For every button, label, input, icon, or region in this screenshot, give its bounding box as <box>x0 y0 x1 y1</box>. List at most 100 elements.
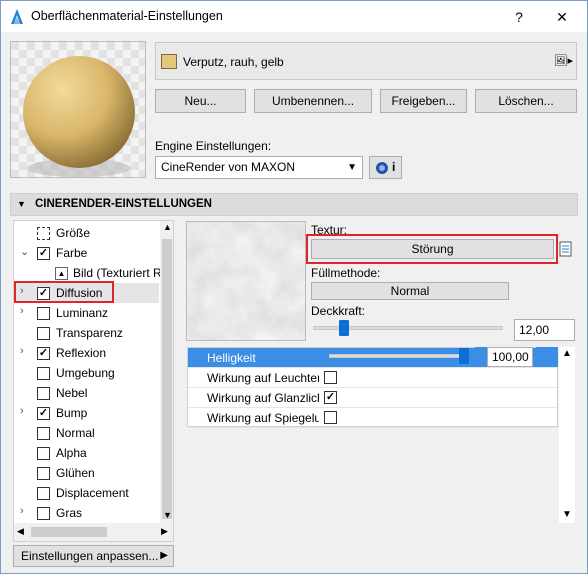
channel-label: Glühen <box>56 466 95 480</box>
channel-item[interactable]: ⌄ ✓ Farbe <box>14 243 159 263</box>
channel-label: Bump <box>56 406 88 420</box>
expand-chevron-icon[interactable]: › <box>20 345 24 357</box>
material-menu-icon[interactable]: 🖼▸ <box>554 54 574 67</box>
channel-label: Gras <box>56 506 83 520</box>
property-vertical-scrollbar[interactable]: ▲ ▼ <box>559 347 575 523</box>
channel-checkbox[interactable] <box>37 387 50 400</box>
engine-info-button[interactable]: i <box>369 156 402 179</box>
fill-method-label: Füllmethode: <box>311 266 381 280</box>
channel-label: Displacement <box>56 486 129 500</box>
channel-checkbox[interactable] <box>37 307 50 320</box>
channel-item[interactable]: Glühen <box>14 463 159 483</box>
channel-item[interactable]: Normal <box>14 423 159 443</box>
customize-settings-label: Einstellungen anpassen... <box>21 549 159 563</box>
engine-dropdown[interactable]: CineRender von MAXON ▼ <box>155 156 363 179</box>
property-label: Wirkung auf Spiegelung <box>207 411 319 425</box>
property-checkbox[interactable] <box>324 411 337 424</box>
property-checkbox[interactable] <box>324 371 337 384</box>
window-title: Oberflächenmaterial-Einstellungen <box>31 9 223 23</box>
property-label: Wirkung auf Leuchten <box>207 371 319 385</box>
channel-checkbox[interactable] <box>37 467 50 480</box>
material-preview <box>10 41 146 178</box>
channel-item[interactable]: Nebel <box>14 383 159 403</box>
channel-checkbox[interactable] <box>37 487 50 500</box>
channel-checkbox[interactable] <box>37 507 50 520</box>
channel-checkbox[interactable] <box>37 427 50 440</box>
channel-item[interactable]: › Luminanz <box>14 303 159 323</box>
customize-settings-button[interactable]: Einstellungen anpassen... ▶ <box>13 545 174 567</box>
scroll-right-icon[interactable]: ▶ <box>161 526 168 537</box>
channel-label: Luminanz <box>56 306 109 320</box>
material-name: Verputz, rauh, gelb <box>183 55 284 69</box>
horizontal-scroll-thumb[interactable] <box>31 527 107 537</box>
brightness-label: Helligkeit <box>207 351 256 365</box>
channel-item[interactable]: Displacement <box>14 483 159 503</box>
channel-item[interactable]: › Gras <box>14 503 159 523</box>
channel-checkbox[interactable] <box>37 367 50 380</box>
scroll-left-icon[interactable]: ◀ <box>17 526 24 537</box>
info-icon: i <box>392 160 396 174</box>
new-button[interactable]: Neu... <box>155 89 246 113</box>
channel-item[interactable]: Transparenz <box>14 323 159 343</box>
material-color-swatch <box>161 54 177 69</box>
close-button[interactable]: ✕ <box>544 4 580 30</box>
brightness-field-edge <box>475 347 487 367</box>
channel-label: Bild (Texturiert Rendern) <box>73 266 173 280</box>
channel-checkbox[interactable]: ✓ <box>37 407 50 420</box>
engine-label: Engine Einstellungen: <box>155 139 272 153</box>
channel-label: Normal <box>56 426 95 440</box>
property-row[interactable]: Wirkung auf Leuchten <box>188 368 557 388</box>
brightness-color-swatch[interactable] <box>536 347 558 367</box>
property-checkbox[interactable]: ✓ <box>324 391 337 404</box>
rename-button[interactable]: Umbenennen... <box>254 89 372 113</box>
expanded-chevron-icon[interactable]: ⌄ <box>20 245 29 258</box>
channel-item[interactable]: › ✓ Reflexion <box>14 343 159 363</box>
chevron-right-icon: ▶ <box>160 550 168 561</box>
texture-edit-icon[interactable] <box>559 241 573 257</box>
chevron-up-icon[interactable]: ▲ <box>562 348 572 359</box>
channel-label: Farbe <box>56 246 88 260</box>
channel-item[interactable]: Größe <box>14 223 159 243</box>
scroll-up-icon[interactable]: ▲ <box>163 222 172 232</box>
channel-label: Umgebung <box>56 366 115 380</box>
channel-list-vertical-scrollbar[interactable]: ▲ ▼ <box>160 221 173 523</box>
channel-item[interactable]: Umgebung <box>14 363 159 383</box>
channel-label: Reflexion <box>56 346 107 360</box>
texture-thumbnail[interactable] <box>186 221 306 341</box>
channel-checkbox[interactable]: ✓ <box>37 247 50 260</box>
delete-button[interactable]: Löschen... <box>475 89 577 113</box>
chevron-down-icon[interactable]: ▼ <box>562 509 572 520</box>
expand-chevron-icon[interactable]: › <box>20 505 24 517</box>
channel-checkbox[interactable] <box>37 447 50 460</box>
scroll-down-icon[interactable]: ▼ <box>163 510 172 520</box>
channel-item[interactable]: › ✓ Bump <box>14 403 159 423</box>
opacity-input[interactable]: 12,00 <box>514 319 575 341</box>
channel-checkbox[interactable]: ✓ <box>37 347 50 360</box>
material-selector[interactable]: Verputz, rauh, gelb 🖼▸ <box>155 42 577 80</box>
share-button[interactable]: Freigeben... <box>380 89 467 113</box>
vertical-scroll-thumb[interactable] <box>162 239 172 519</box>
texture-highlight-box <box>306 234 558 264</box>
opacity-label: Deckkraft: <box>311 304 366 318</box>
image-icon: ▲ <box>55 267 68 280</box>
resize-icon <box>37 227 50 240</box>
channel-label: Größe <box>56 226 91 240</box>
fill-method-button[interactable]: Normal <box>311 282 509 300</box>
brightness-input[interactable]: 100,00 <box>487 347 533 367</box>
help-button[interactable]: ? <box>501 4 537 30</box>
channel-list[interactable]: Größe ⌄ ✓ Farbe ▲ Bild (Texturiert Rendern) › ✓… <box>13 220 174 542</box>
opacity-slider-thumb[interactable] <box>339 320 349 336</box>
channel-item[interactable]: Alpha <box>14 443 159 463</box>
brightness-slider-thumb[interactable] <box>459 348 469 364</box>
channel-item[interactable]: ▲ Bild (Texturiert Rendern) <box>14 263 173 283</box>
expand-chevron-icon[interactable]: › <box>20 305 24 317</box>
channel-checkbox[interactable] <box>37 327 50 340</box>
property-row[interactable]: Wirkung auf Glanzlicht ✓ <box>188 388 557 408</box>
expand-chevron-icon[interactable]: › <box>20 405 24 417</box>
channel-list-horizontal-scrollbar[interactable]: ◀ ▶ <box>14 523 173 541</box>
section-title: CINERENDER-EINSTELLUNGEN <box>35 198 212 210</box>
property-row[interactable]: Wirkung auf Spiegelung <box>188 408 557 428</box>
brightness-slider-track[interactable] <box>329 354 469 358</box>
cinerender-section-header[interactable]: ▼ CINERENDER-EINSTELLUNGEN <box>10 193 578 216</box>
channel-label: Transparenz <box>56 326 123 340</box>
